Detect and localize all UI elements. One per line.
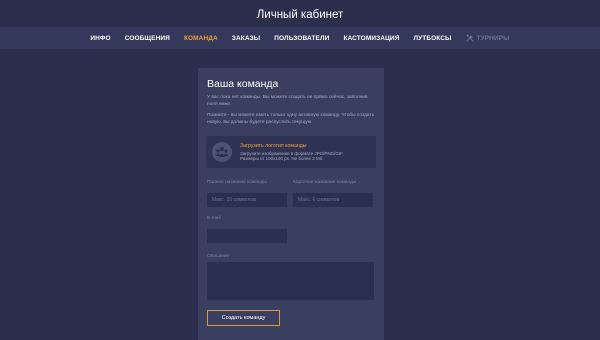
create-team-button[interactable]: Создать команду [207,310,280,326]
short-name-label: Короткое название команды [293,180,357,185]
email-input[interactable] [207,229,287,243]
short-name-group: Короткое название команды [293,180,373,207]
team-avatar-icon [212,142,232,162]
nav-item-info[interactable]: ИНФО [83,35,117,42]
tools-icon [465,34,474,42]
no-team-note: У вас пока нет команды. Вы можете создат… [207,95,368,107]
nav-item-tournaments-label: ТУРНИРЫ [476,34,510,42]
description-textarea[interactable] [207,262,374,300]
description-label: Описание [207,254,230,259]
nav-item-messages[interactable]: СООБЩЕНИЯ [118,35,177,42]
nav-item-team[interactable]: КОМАНДА [177,35,225,42]
nav-item-tournaments[interactable]: ТУРНИРЫ [459,34,517,42]
short-name-input[interactable] [293,193,373,207]
nav-item-lootboxes[interactable]: ЛУТБОКСЫ [406,35,458,42]
team-title: Ваша команда [207,78,279,90]
description-group: Описание [207,254,374,300]
full-name-label: Полное название команды [207,180,267,185]
team-card: Ваша команда У вас пока нет команды. Вы … [198,68,384,340]
full-name-input[interactable] [207,193,287,207]
logo-upload[interactable]: Загрузить логотип команды Загрузите изоб… [206,136,376,168]
main-nav: ИНФО СООБЩЕНИЯ КОМАНДА ЗАКАЗЫ ПОЛЬЗОВАТЕ… [0,27,600,49]
nav-item-users[interactable]: ПОЛЬЗОВАТЕЛИ [267,35,336,42]
email-group: E-mail [207,216,287,243]
upload-title[interactable]: Загрузить логотип команды [240,143,344,149]
full-name-group: Полное название команды [207,180,287,207]
nav-item-orders[interactable]: ЗАКАЗЫ [225,35,267,42]
email-label: E-mail [207,216,221,221]
upload-size-hint: Размеры от 100х100 px. Не более 2 Мб. [240,156,324,161]
page-header: Личный кабинет [0,0,600,27]
page-title: Личный кабинет [256,9,344,21]
nav-item-customization[interactable]: КАСТОМИЗАЦИЯ [336,35,406,42]
single-team-note: Помните - вы можете иметь только одну ак… [207,113,375,125]
